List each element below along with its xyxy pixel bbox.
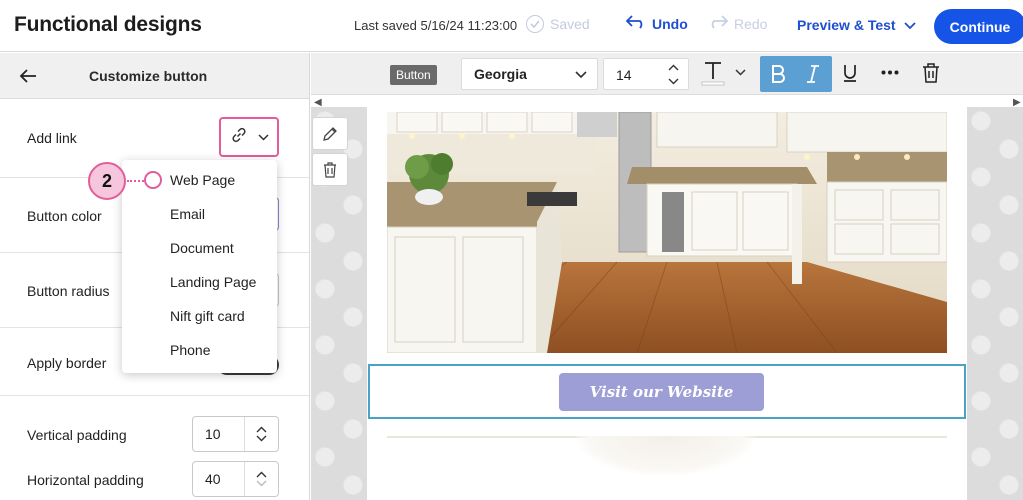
visit-website-button[interactable]: Visit our Website (559, 373, 764, 411)
trash-icon (324, 161, 336, 178)
decorative-ornament (575, 436, 755, 476)
pencil-icon (323, 126, 337, 141)
chevron-up-icon[interactable] (256, 471, 267, 478)
chevron-down-icon[interactable] (256, 435, 267, 442)
last-saved-text: Last saved 5/16/24 11:23:00 (354, 18, 518, 33)
back-arrow-icon[interactable] (17, 65, 39, 87)
chevron-down-icon (735, 69, 746, 76)
redo-button[interactable]: Redo (708, 15, 767, 32)
font-size-input[interactable]: 14 (603, 58, 689, 90)
font-size-value: 14 (616, 67, 632, 83)
edit-block-button[interactable] (312, 117, 348, 150)
italic-button[interactable] (806, 64, 820, 84)
chevron-up-icon[interactable] (256, 426, 267, 433)
underline-button[interactable] (842, 63, 858, 83)
check-circle-icon (526, 15, 544, 33)
background-pattern-right (967, 107, 1023, 500)
horizontal-padding-value: 40 (205, 471, 221, 487)
chevron-up-icon[interactable] (668, 64, 679, 71)
delete-button[interactable] (922, 63, 940, 83)
bold-button[interactable] (770, 64, 786, 84)
redo-icon (708, 15, 729, 32)
add-link-button[interactable] (219, 117, 279, 157)
panel-title: Customize button (89, 68, 208, 84)
button-color-label: Button color (27, 208, 102, 224)
vertical-padding-stepper[interactable]: 10 (192, 416, 279, 452)
link-icon (230, 126, 248, 149)
horizontal-padding-stepper[interactable]: 40 (192, 461, 279, 497)
more-icon (881, 70, 899, 75)
text-color-icon (701, 62, 725, 86)
saved-status: Saved (526, 15, 590, 33)
menu-item-nift-gift-card[interactable]: Nift gift card (170, 308, 245, 324)
menu-item-phone[interactable]: Phone (170, 342, 210, 358)
kitchen-photo (387, 112, 947, 353)
preview-test-button[interactable]: Preview & Test (797, 17, 916, 33)
undo-button[interactable]: Undo (625, 15, 688, 32)
chevron-down-icon (575, 71, 587, 79)
more-options-button[interactable] (881, 70, 899, 75)
chevron-down-icon (257, 128, 269, 146)
horizontal-padding-label: Horizontal padding (27, 472, 144, 488)
trash-icon (923, 63, 939, 83)
bold-italic-group (760, 56, 832, 92)
top-bar: Functional designs Last saved 5/16/24 11… (0, 0, 1023, 52)
block-tools (312, 117, 348, 187)
text-color-button[interactable] (700, 59, 728, 87)
element-tag-badge: Button (390, 65, 437, 85)
bold-icon (772, 65, 785, 83)
font-family-select[interactable]: Georgia (461, 58, 598, 90)
chevron-down-icon (903, 17, 916, 33)
text-color-dropdown[interactable] (735, 69, 746, 76)
add-link-label: Add link (27, 130, 77, 146)
delete-block-button[interactable] (312, 153, 348, 186)
menu-item-landing-page[interactable]: Landing Page (170, 274, 256, 290)
vertical-padding-value: 10 (205, 426, 221, 442)
saved-label: Saved (550, 16, 590, 32)
vertical-padding-label: Vertical padding (27, 427, 127, 443)
menu-item-document[interactable]: Document (170, 240, 234, 256)
undo-icon (625, 15, 646, 32)
italic-icon (807, 65, 819, 83)
page-title: Functional designs (14, 13, 202, 36)
redo-label: Redo (734, 15, 768, 32)
step-target-ring (144, 171, 162, 189)
link-type-menu: Web Page Email Document Landing Page Nif… (122, 160, 277, 373)
panel-header: Customize button (0, 53, 309, 99)
chevron-down-icon[interactable] (668, 78, 679, 85)
underline-icon (844, 65, 856, 82)
step-marker: 2 (88, 162, 126, 200)
preview-label: Preview & Test (797, 17, 896, 33)
menu-item-email[interactable]: Email (170, 206, 205, 222)
button-radius-label: Button radius (27, 283, 110, 299)
chevron-down-icon[interactable] (256, 480, 267, 487)
continue-button[interactable]: Continue (934, 9, 1023, 44)
menu-item-web-page[interactable]: Web Page (170, 172, 235, 188)
undo-label: Undo (652, 15, 688, 32)
format-toolbar: Button Georgia 14 (311, 53, 1023, 95)
font-family-value: Georgia (474, 66, 527, 82)
apply-border-label: Apply border (27, 355, 107, 371)
